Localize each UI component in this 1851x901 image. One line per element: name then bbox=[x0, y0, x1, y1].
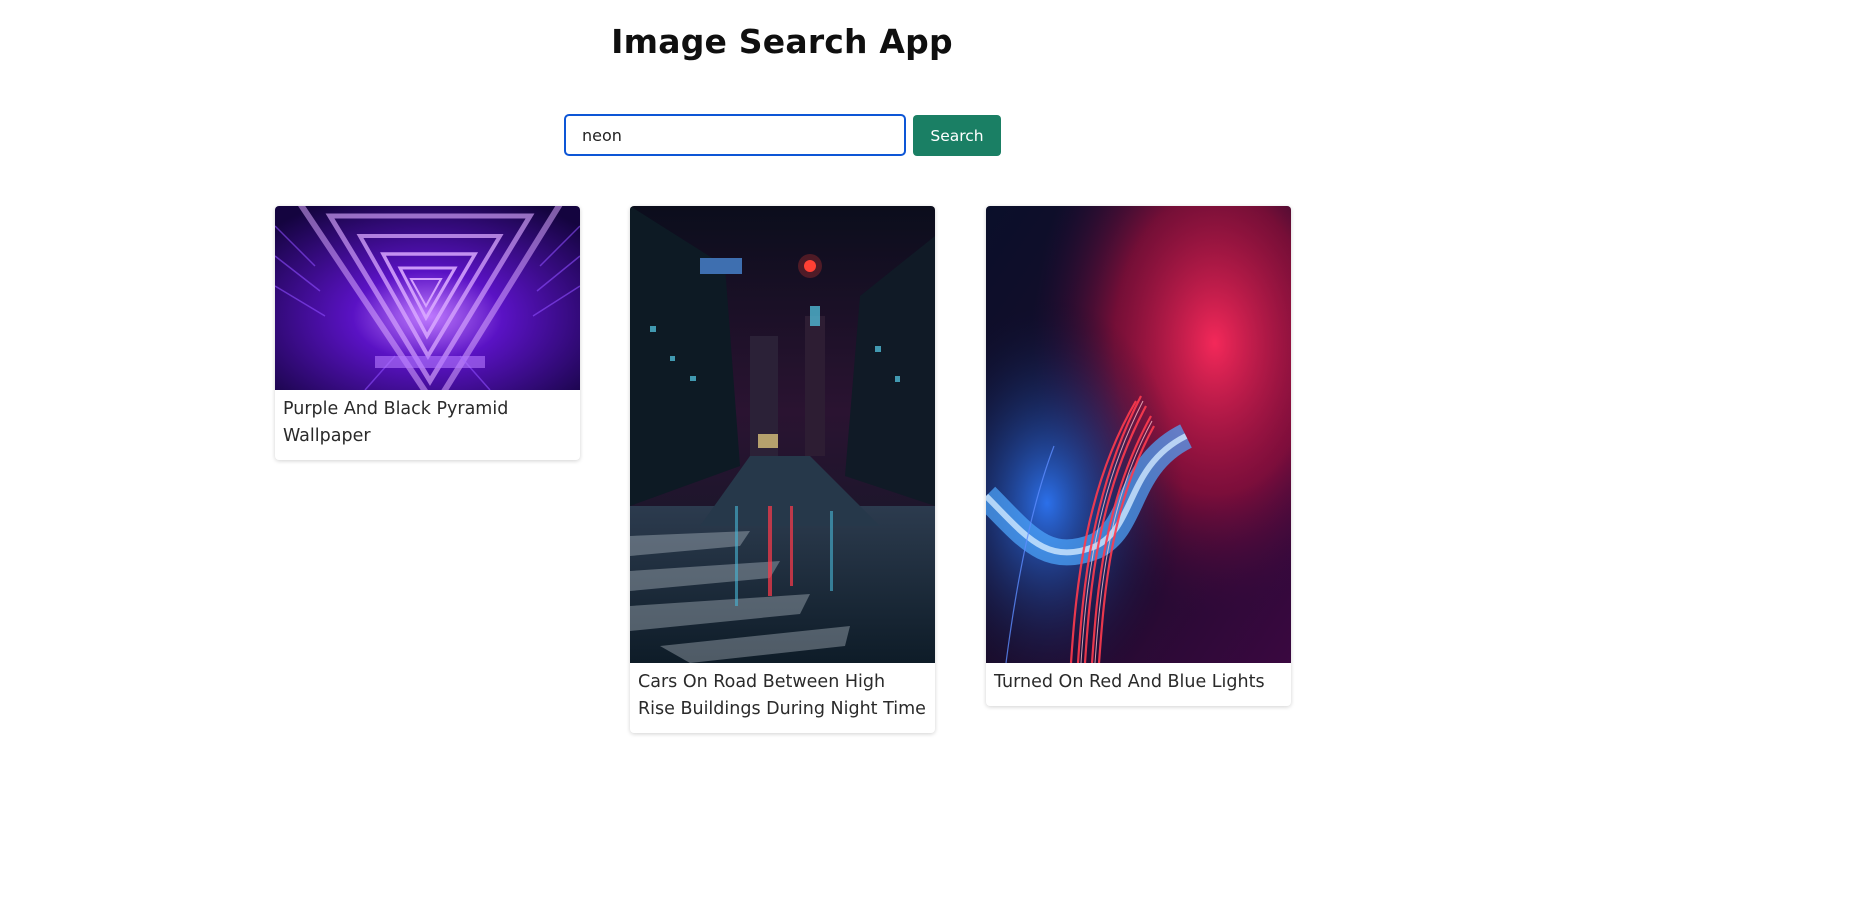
page-title: Image Search App bbox=[611, 22, 953, 61]
search-button[interactable]: Search bbox=[913, 115, 1001, 156]
result-card[interactable]: Purple And Black Pyramid Wallpaper bbox=[275, 206, 580, 460]
result-caption: Cars On Road Between High Rise Buildings… bbox=[638, 672, 926, 719]
result-card[interactable]: Turned On Red And Blue Lights bbox=[986, 206, 1291, 706]
result-caption: Turned On Red And Blue Lights bbox=[994, 672, 1265, 692]
result-caption: Purple And Black Pyramid Wallpaper bbox=[283, 399, 509, 446]
search-form: Search bbox=[564, 114, 1001, 156]
result-image-purple-pyramid bbox=[275, 206, 580, 390]
page: Image Search App Search bbox=[0, 0, 1851, 901]
search-input[interactable] bbox=[564, 114, 906, 156]
result-image-night-street bbox=[630, 206, 935, 663]
result-image-red-blue-lights bbox=[986, 206, 1291, 663]
result-card[interactable]: Cars On Road Between High Rise Buildings… bbox=[630, 206, 935, 733]
